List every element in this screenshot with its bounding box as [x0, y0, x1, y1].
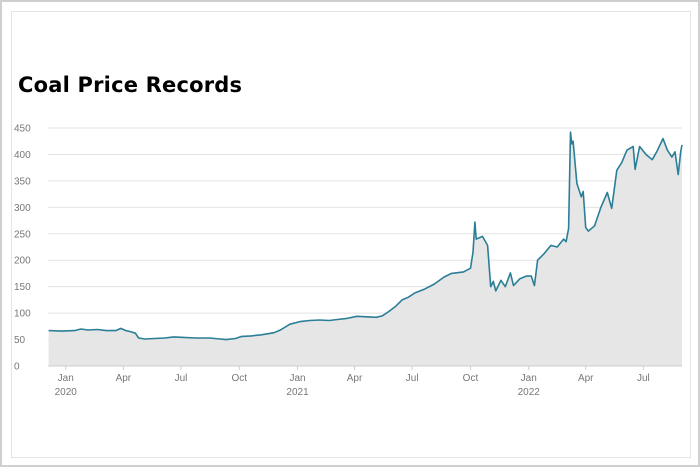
x-tick-year-label: 2020 [55, 387, 78, 398]
x-tick-label: Apr [347, 373, 363, 384]
y-tick-label: 350 [14, 176, 31, 187]
x-tick-label: Jul [406, 373, 419, 384]
y-tick-label: 0 [14, 362, 20, 373]
y-tick-label: 450 [14, 124, 31, 135]
y-tick-label: 100 [14, 309, 31, 320]
x-tick-label: Oct [231, 373, 247, 384]
x-tick-label: Oct [463, 373, 479, 384]
chart-svg: 0 50 100 150 200 250 300 350 400 450 Jan 2020 Apr Ju… [14, 124, 683, 398]
x-tick-year-label: 2022 [518, 387, 541, 398]
x-tick-label: Apr [116, 373, 132, 384]
y-tick-label: 250 [14, 229, 31, 240]
price-area-fill [48, 132, 683, 366]
y-tick-label: 150 [14, 282, 31, 293]
x-tick-label: Jul [637, 373, 650, 384]
x-tick-label: Jan [289, 373, 305, 384]
y-tick-label: 400 [14, 150, 31, 161]
y-axis-ticks: 0 50 100 150 200 250 300 350 400 450 [14, 124, 31, 373]
x-axis-ticks: Jan 2020 Apr Jul Oct Jan 2021 Apr Jul Oct Jan 2022 A… [55, 366, 650, 398]
x-tick-label: Jan [521, 373, 537, 384]
x-tick-year-label: 2021 [286, 387, 309, 398]
x-tick-label: Jul [175, 373, 188, 384]
y-tick-label: 50 [14, 335, 26, 346]
x-tick-label: Jan [58, 373, 74, 384]
x-tick-label: Apr [578, 373, 594, 384]
y-tick-label: 300 [14, 203, 31, 214]
y-tick-label: 200 [14, 256, 31, 267]
